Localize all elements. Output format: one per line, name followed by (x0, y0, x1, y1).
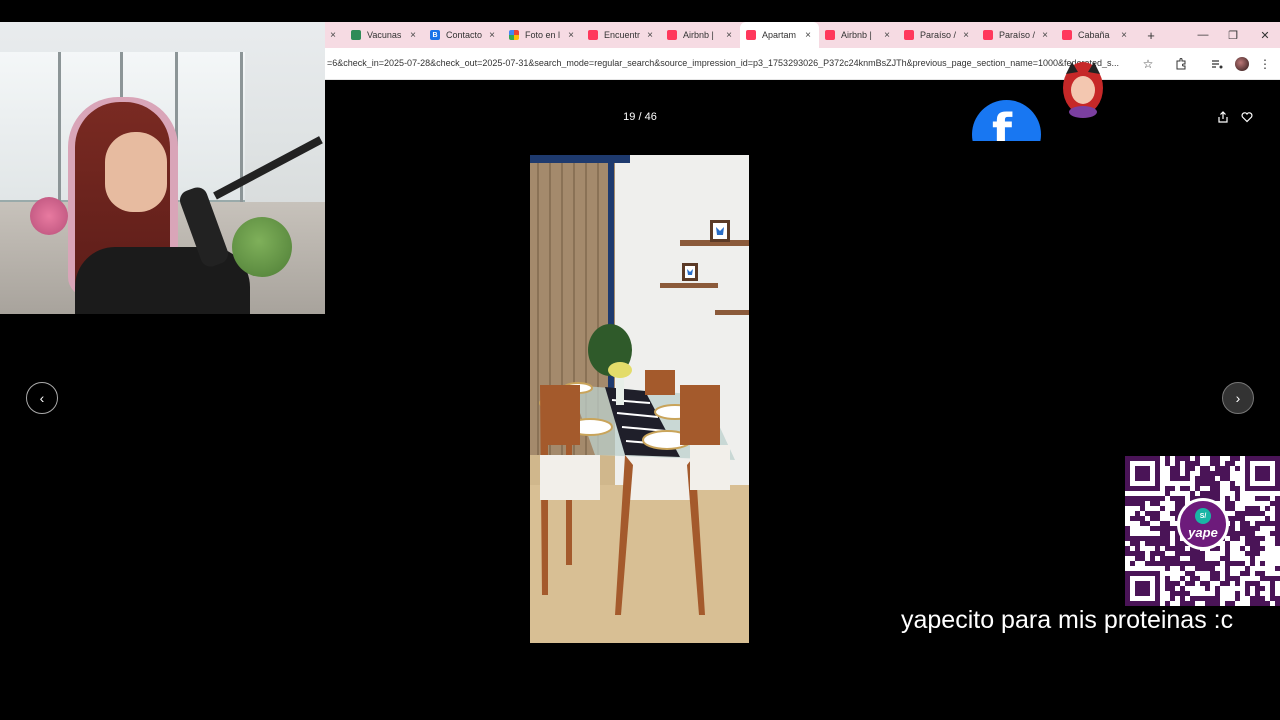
close-icon[interactable]: × (326, 30, 340, 41)
browser-toolbar: =6&check_in=2025-07-28&check_out=2025-07… (325, 48, 1280, 80)
browser-tab[interactable]: Cabaña × (1056, 22, 1135, 48)
yape-coin-icon: S/ (1195, 508, 1211, 524)
screen: × Vacunas × B Contacto × Foto en l × Encuentr × A… (0, 0, 1280, 720)
menu-kebab-icon[interactable]: ⋮ (1257, 56, 1273, 72)
bookmark-star-icon[interactable]: ☆ (1140, 56, 1156, 72)
browser-tab[interactable]: Airbnb | × (819, 22, 898, 48)
tab-partial-close[interactable]: × (325, 22, 345, 48)
extensions-icon[interactable] (1173, 56, 1189, 72)
close-icon[interactable]: × (406, 30, 420, 41)
tab-label: Airbnb | (841, 30, 872, 40)
previous-photo-button[interactable]: ‹ (26, 382, 58, 414)
tab-label: Apartam (762, 30, 797, 40)
green-favicon-icon (351, 30, 361, 40)
restore-icon[interactable]: ❐ (1218, 22, 1248, 48)
browser-tab[interactable]: B Contacto × (424, 22, 503, 48)
tab-label: Paraíso / (999, 30, 1036, 40)
facebook-logo-icon: f (972, 100, 1041, 141)
airbnb-favicon-icon (1062, 30, 1072, 40)
tab-label: Cabaña (1078, 30, 1110, 40)
tab-label: Paraíso / (920, 30, 957, 40)
browser-tab[interactable]: Encuentr × (582, 22, 661, 48)
airbnb-favicon-icon (904, 30, 914, 40)
browser-tab-bar: × Vacunas × B Contacto × Foto en l × Encuentr × A… (325, 22, 1280, 48)
photo-counter: 19 / 46 (623, 111, 657, 123)
close-icon[interactable]: × (1038, 30, 1052, 41)
tab-label: Contacto (446, 30, 483, 40)
tab-label: Foto en l (525, 30, 561, 40)
minimize-icon[interactable]: — (1188, 22, 1218, 48)
browser-tab[interactable]: Airbnb | × (661, 22, 740, 48)
tab-label: Vacunas (367, 30, 402, 40)
yape-brand-label: yape (1188, 525, 1218, 540)
listing-photo (530, 155, 749, 643)
close-icon[interactable]: × (564, 30, 578, 41)
heart-icon[interactable] (1240, 110, 1254, 124)
tab-label: Airbnb | (683, 30, 714, 40)
photos-favicon-icon (509, 30, 519, 40)
b-favicon-icon: B (430, 30, 440, 40)
window-close-icon[interactable]: ✕ (1250, 22, 1280, 48)
close-icon[interactable]: × (643, 30, 657, 41)
webcam-overlay (0, 22, 325, 314)
airbnb-favicon-icon (746, 30, 756, 40)
streamer-avatar-sticker (1058, 58, 1108, 118)
browser-tab[interactable]: Foto en l × (503, 22, 582, 48)
tab-label: Encuentr (604, 30, 641, 40)
new-tab-button[interactable]: + (1141, 28, 1161, 43)
browser-tab[interactable]: Vacunas × (345, 22, 424, 48)
airbnb-favicon-icon (825, 30, 835, 40)
close-icon[interactable]: × (1117, 30, 1131, 41)
browser-tab[interactable]: Paraíso / × (898, 22, 977, 48)
close-icon[interactable]: × (485, 30, 499, 41)
airbnb-favicon-icon (588, 30, 598, 40)
close-icon[interactable]: × (801, 30, 815, 41)
airbnb-favicon-icon (667, 30, 677, 40)
close-icon[interactable]: × (959, 30, 973, 41)
media-control-icon[interactable] (1209, 56, 1225, 72)
address-bar[interactable]: =6&check_in=2025-07-28&check_out=2025-07… (327, 58, 1133, 68)
stream-caption: yapecito para mis proteinas :c (901, 606, 1234, 634)
profile-avatar[interactable] (1235, 57, 1249, 71)
airbnb-favicon-icon (983, 30, 993, 40)
close-icon[interactable]: × (880, 30, 894, 41)
browser-tab[interactable]: Paraíso / × (977, 22, 1056, 48)
close-icon[interactable]: × (722, 30, 736, 41)
next-photo-button[interactable]: › (1222, 382, 1254, 414)
share-icon[interactable] (1216, 110, 1230, 124)
top-strip (0, 0, 1280, 22)
yape-qr-code: S/ yape (1125, 456, 1280, 606)
browser-tab[interactable]: Apartam × (740, 22, 819, 48)
yape-badge: S/ yape (1177, 498, 1229, 550)
